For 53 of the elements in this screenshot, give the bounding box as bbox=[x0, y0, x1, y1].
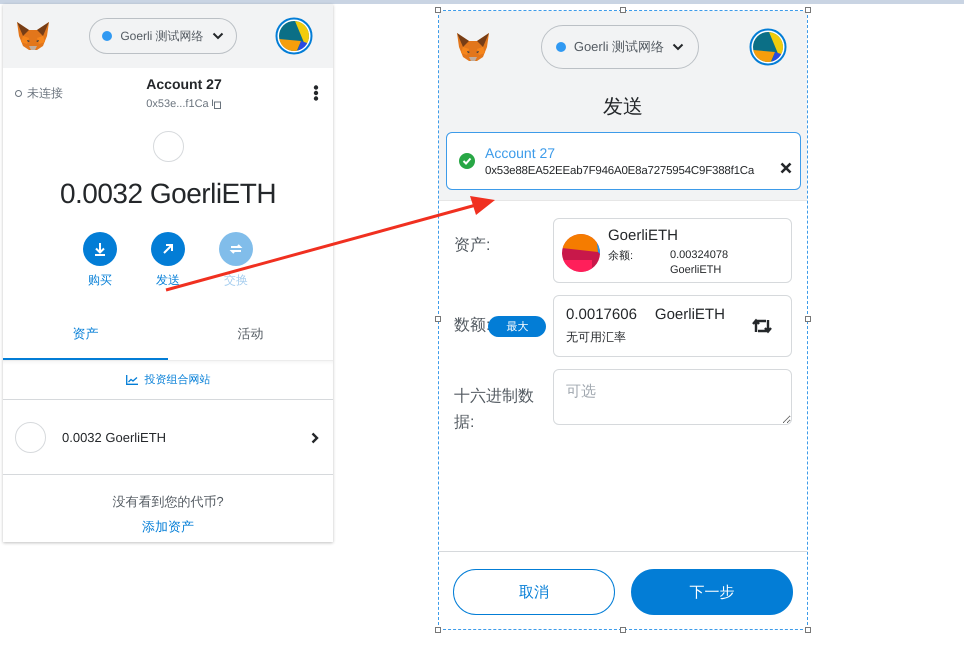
field-label: 十六进制数据: bbox=[454, 386, 535, 433]
token-icon bbox=[152, 131, 184, 162]
token-icon bbox=[562, 234, 600, 272]
fox-logo-icon[interactable] bbox=[455, 31, 491, 63]
next-button[interactable]: 下一步 bbox=[631, 569, 793, 615]
chevron-right-icon bbox=[311, 432, 319, 444]
asset-selector[interactable]: GoerliETH 余额: 0.00324078 GoerliETH bbox=[553, 218, 792, 283]
network-dot-icon bbox=[556, 42, 566, 52]
recipient-name: Account 27 bbox=[485, 145, 556, 161]
close-icon[interactable] bbox=[780, 162, 792, 174]
selection-handle[interactable] bbox=[805, 627, 811, 633]
tab[interactable]: 资产 bbox=[3, 311, 168, 360]
hex-data-field[interactable]: 可选 bbox=[553, 369, 792, 425]
chevron-down-icon bbox=[672, 43, 684, 51]
amount-field[interactable]: 0.0017606 GoerliETH 无可用汇率 bbox=[553, 295, 792, 357]
tab[interactable]: 活动 bbox=[168, 311, 333, 360]
copy-icon[interactable] bbox=[212, 99, 221, 109]
selection-handle[interactable] bbox=[805, 7, 811, 13]
asset-name: GoerliETH bbox=[608, 227, 680, 244]
amount-unit: GoerliETH bbox=[654, 306, 725, 323]
balance-amount: 0.0032 GoerliETH bbox=[60, 178, 276, 210]
recipient-address: 0x53e88EA52EEab7F946A0E8a7275954C9F388f1Ca bbox=[485, 165, 754, 177]
selection-handle[interactable] bbox=[435, 627, 441, 633]
network-selector[interactable]: Goerli 测试网络 bbox=[89, 18, 237, 54]
cancel-button[interactable]: 取消 bbox=[453, 569, 615, 615]
account-avatar[interactable] bbox=[748, 28, 787, 66]
asset-row[interactable]: 0.0032 GoerliETH bbox=[3, 400, 333, 475]
field-label: 资产: bbox=[454, 236, 492, 256]
connection-status[interactable]: 未连接 bbox=[15, 84, 95, 102]
chart-icon bbox=[126, 374, 138, 384]
selection-handle[interactable] bbox=[620, 627, 626, 633]
page-title: 发送 bbox=[602, 95, 644, 120]
swap-icon[interactable] bbox=[751, 318, 773, 334]
network-selector[interactable]: Goerli 测试网络 bbox=[540, 25, 700, 69]
help-text: 没有看到您的代币? bbox=[112, 493, 224, 511]
add-asset-link[interactable]: 添加资产 bbox=[142, 518, 194, 536]
more-options-icon[interactable] bbox=[313, 85, 319, 101]
amount-value: 0.0017606 bbox=[566, 306, 637, 323]
portfolio-link[interactable]: 投资组合网站 bbox=[126, 372, 210, 387]
balance-value: 0.00324078 GoerliETH bbox=[670, 248, 730, 278]
rate-note: 无可用汇率 bbox=[566, 329, 627, 346]
account-avatar[interactable] bbox=[275, 17, 313, 55]
network-dot-icon bbox=[102, 31, 112, 41]
recipient-card[interactable]: Account 27 0x53e88EA52EEab7F946A0E8a7275954C9F388f1Ca bbox=[446, 132, 801, 190]
chevron-down-icon bbox=[212, 32, 224, 40]
selection-handle[interactable] bbox=[620, 7, 626, 13]
selection-handle[interactable] bbox=[435, 7, 441, 13]
balance-label: 余额: bbox=[608, 248, 634, 264]
account-name[interactable]: Account 27 bbox=[146, 76, 222, 92]
account-address[interactable]: 0x53e...f1Ca bbox=[146, 98, 209, 110]
fox-logo-icon[interactable] bbox=[15, 20, 51, 52]
selection-handle[interactable] bbox=[435, 316, 441, 322]
selection-handle[interactable] bbox=[805, 316, 811, 322]
